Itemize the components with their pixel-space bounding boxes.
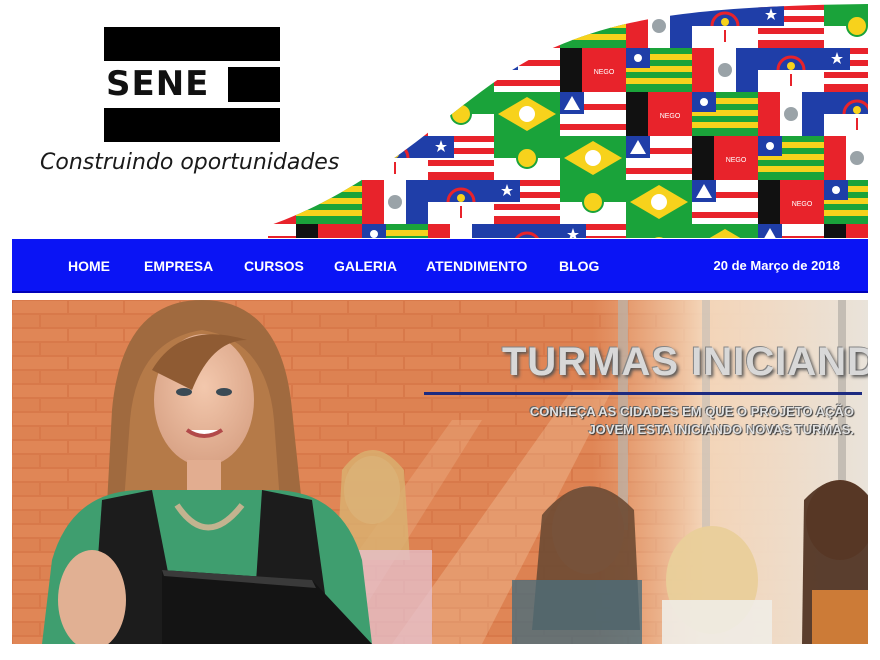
site-header: NEGONEGONEGONEGONEGONEGONEGONEGO SENE Co… <box>0 0 880 238</box>
nav-galeria[interactable]: GALERIA <box>334 239 397 293</box>
hero-banner[interactable]: TURMAS INICIANDO CONHEÇA AS CIDADES EM Q… <box>12 300 868 644</box>
logo-right-bar <box>228 67 280 102</box>
current-date: 20 de Março de 2018 <box>713 258 840 273</box>
hero-divider <box>424 392 862 395</box>
logo-text: SENE <box>106 64 210 104</box>
svg-text:NEGO: NEGO <box>264 201 285 208</box>
svg-text:NEGO: NEGO <box>528 25 549 32</box>
nav-blog[interactable]: BLOG <box>559 239 599 293</box>
tagline: Construindo oportunidades <box>40 150 340 175</box>
nav-atendimento[interactable]: ATENDIMENTO <box>426 239 527 293</box>
hero-title: TURMAS INICIANDO <box>502 340 868 384</box>
nav-cursos[interactable]: CURSOS <box>244 239 304 293</box>
logo-top-bar <box>104 27 280 61</box>
nav-empresa[interactable]: EMPRESA <box>144 239 213 293</box>
svg-text:NEGO: NEGO <box>660 113 681 120</box>
sene-logo[interactable]: SENE <box>104 27 280 142</box>
nav-home[interactable]: HOME <box>68 239 110 293</box>
main-navigation: HOME EMPRESA CURSOS GALERIA ATENDIMENTO … <box>12 239 868 293</box>
logo-bottom-bar <box>104 108 280 142</box>
svg-text:NEGO: NEGO <box>792 201 813 208</box>
svg-text:NEGO: NEGO <box>594 69 615 76</box>
svg-text:NEGO: NEGO <box>726 157 747 164</box>
hero-subtitle-line-1: CONHEÇA AS CIDADES EM QUE O PROJETO AÇÃO <box>529 404 854 419</box>
hero-subtitle-line-2: JOVEM ESTA INICIANDO NOVAS TURMAS. <box>588 422 854 437</box>
